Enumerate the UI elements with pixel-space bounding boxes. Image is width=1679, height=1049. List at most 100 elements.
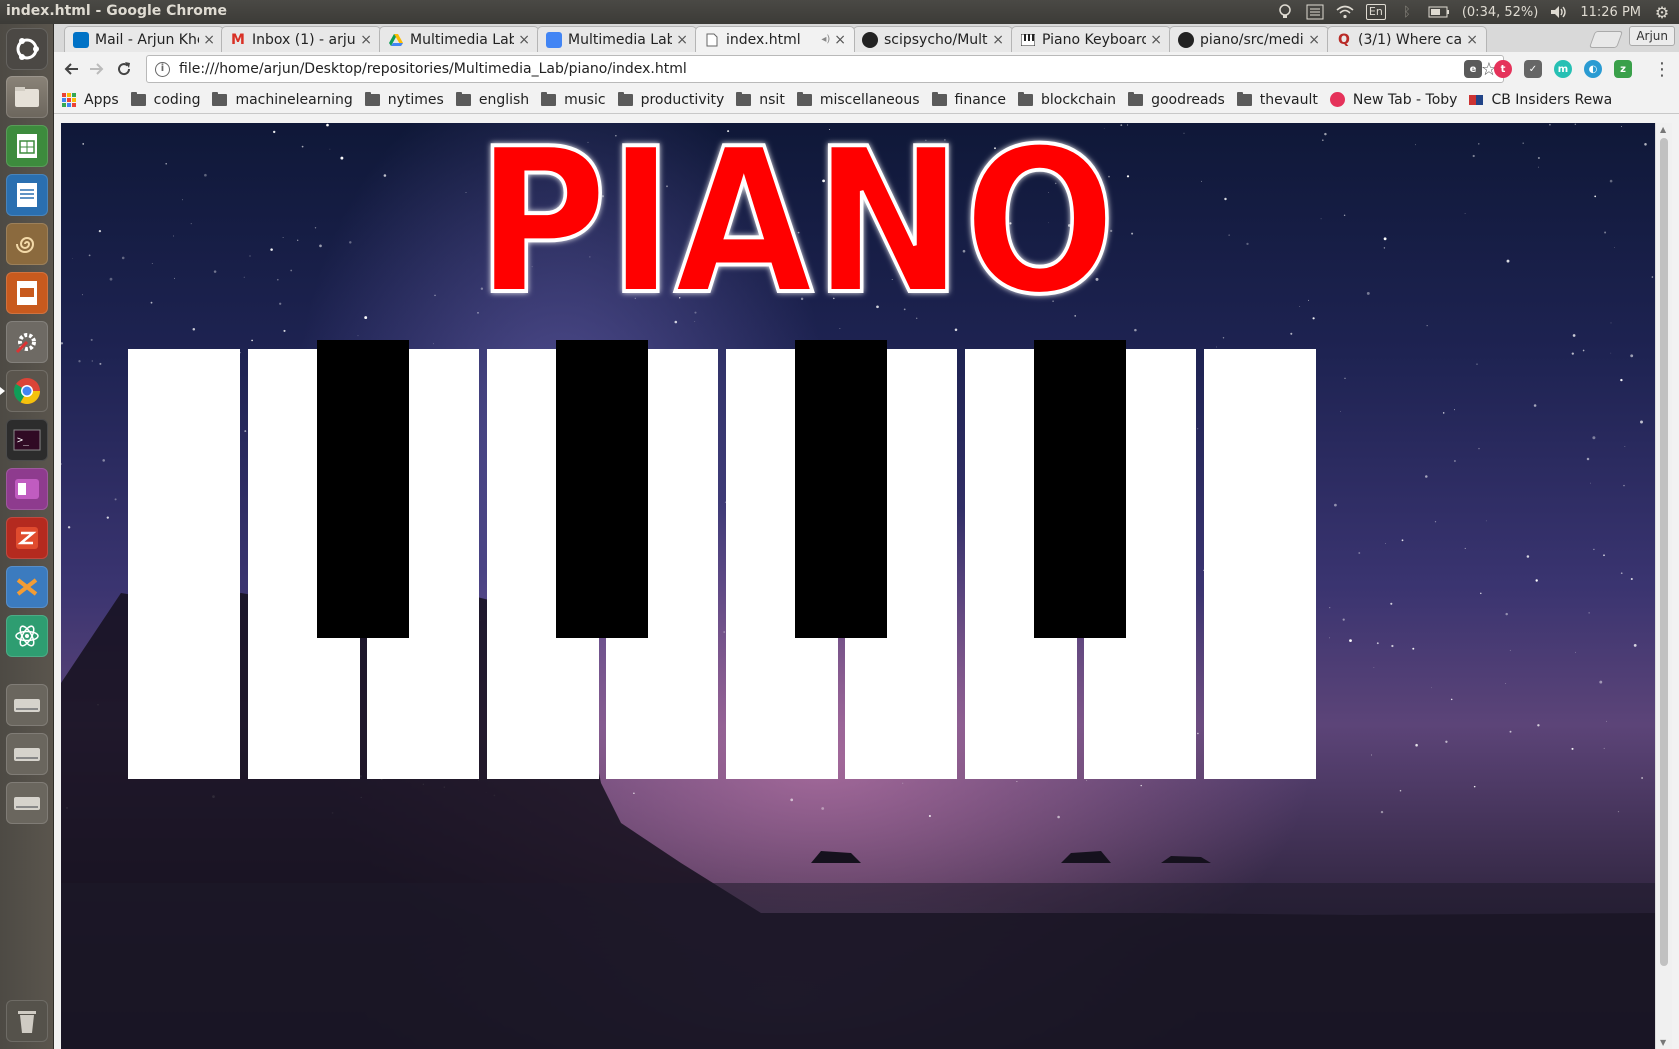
- tab-5[interactable]: index.html ◂) ×: [695, 26, 855, 52]
- red-app-icon[interactable]: [6, 517, 48, 559]
- bookmark-label: New Tab - Toby: [1352, 91, 1458, 108]
- black-key-4[interactable]: [1034, 340, 1126, 638]
- ubuntu-software-icon[interactable]: [6, 566, 48, 608]
- black-key-2[interactable]: [556, 340, 648, 638]
- chrome-icon[interactable]: [0, 370, 48, 412]
- scroll-down-arrow-icon[interactable]: ▼: [1660, 1038, 1666, 1047]
- drive-icon[interactable]: [6, 782, 48, 824]
- audio-playing-icon[interactable]: ◂): [821, 34, 830, 45]
- tab-title: scipsycho/Multi: [884, 31, 989, 48]
- scrollbar-thumb[interactable]: [1660, 138, 1668, 966]
- bookmark-nytimes[interactable]: nytimes: [364, 91, 444, 108]
- bookmark-thevault[interactable]: thevault: [1236, 91, 1318, 108]
- white-key-10[interactable]: [1204, 349, 1316, 779]
- zzz-extension-icon[interactable]: z: [1614, 60, 1632, 78]
- tab-3[interactable]: Multimedia Lab ×: [379, 26, 539, 52]
- circle-extension-icon[interactable]: ◐: [1584, 60, 1602, 78]
- atom-icon[interactable]: [6, 615, 48, 657]
- address-bar[interactable]: i file:///home/arjun/Desktop/repositorie…: [146, 55, 1504, 83]
- wifi-icon[interactable]: [1336, 3, 1354, 21]
- outlook-icon: [73, 31, 89, 48]
- document-icon[interactable]: [6, 174, 48, 216]
- pocket-extension-icon[interactable]: ✓: [1524, 60, 1542, 78]
- bookmark-label: blockchain: [1041, 91, 1117, 108]
- tab-2[interactable]: M Inbox (1) - arjun ×: [221, 26, 381, 52]
- bookmark-label: Apps: [84, 91, 119, 108]
- close-tab-icon[interactable]: ×: [1150, 32, 1162, 48]
- close-tab-icon[interactable]: ×: [1466, 32, 1478, 48]
- system-indicators: En ᛒ (0:34, 52%) 11:26 PM ⚙: [1276, 0, 1671, 24]
- close-tab-icon[interactable]: ×: [834, 32, 846, 48]
- close-tab-icon[interactable]: ×: [360, 32, 372, 48]
- close-tab-icon[interactable]: ×: [1308, 32, 1320, 48]
- piano-keyboard: [61, 123, 1655, 1049]
- bluetooth-icon[interactable]: ᛒ: [1398, 3, 1416, 21]
- bookmark-label: music: [564, 91, 606, 108]
- url-text[interactable]: file:///home/arjun/Desktop/repositories/…: [179, 61, 687, 77]
- new-tab-button[interactable]: [1588, 31, 1624, 48]
- forward-button[interactable]: [84, 57, 110, 81]
- bookmark-new-tab-toby[interactable]: New Tab - Toby: [1329, 91, 1458, 108]
- notes-icon[interactable]: [1306, 3, 1324, 21]
- bookmark-goodreads[interactable]: goodreads: [1128, 91, 1225, 108]
- tab-6[interactable]: scipsycho/Multi ×: [853, 26, 1013, 52]
- gmail-icon: M: [231, 31, 245, 48]
- vertical-scrollbar[interactable]: ▲ ▼: [1655, 123, 1672, 1049]
- bookmark-label: nytimes: [387, 91, 444, 108]
- ubuntu-dash-icon[interactable]: [6, 28, 48, 70]
- close-tab-icon[interactable]: ×: [676, 32, 688, 48]
- mercury-extension-icon[interactable]: m: [1554, 60, 1572, 78]
- tab-1[interactable]: Mail - Arjun Khe ×: [64, 26, 224, 52]
- profile-button[interactable]: Arjun: [1629, 26, 1675, 46]
- bookmark-productivity[interactable]: productivity: [617, 91, 724, 108]
- bookmark-nsit[interactable]: nsit: [736, 91, 785, 108]
- reload-button[interactable]: [111, 57, 137, 81]
- folder-icon: [364, 91, 380, 106]
- purple-app-icon[interactable]: [6, 468, 48, 510]
- bookmark-english[interactable]: english: [455, 91, 529, 108]
- back-button[interactable]: [58, 57, 84, 81]
- files-icon[interactable]: [6, 76, 48, 118]
- folder-icon: [541, 91, 557, 106]
- close-tab-icon[interactable]: ×: [992, 32, 1004, 48]
- gear-icon[interactable]: ⚙: [1653, 3, 1671, 22]
- bookmark-finance[interactable]: finance: [931, 91, 1006, 108]
- white-key-1[interactable]: [128, 349, 240, 779]
- presentation-icon[interactable]: [6, 272, 48, 314]
- bookmark-label: machinelearning: [235, 91, 353, 108]
- bookmark-apps[interactable]: Apps: [62, 92, 119, 108]
- toby-extension-icon[interactable]: t: [1494, 60, 1512, 78]
- close-tab-icon[interactable]: ×: [203, 32, 215, 48]
- chrome-menu-icon[interactable]: ⋮: [1653, 59, 1671, 80]
- tab-7[interactable]: Piano Keyboard ×: [1011, 26, 1171, 52]
- keyboard-layout-indicator[interactable]: En: [1365, 4, 1386, 20]
- evernote-extension-icon[interactable]: e: [1464, 60, 1482, 78]
- info-icon[interactable]: i: [155, 61, 170, 77]
- black-key-1[interactable]: [317, 340, 409, 638]
- terminal-icon[interactable]: >_: [6, 419, 48, 461]
- unity-launcher: >_: [0, 24, 54, 1049]
- bulb-icon[interactable]: [1276, 3, 1294, 21]
- trash-icon[interactable]: [6, 1000, 48, 1042]
- black-key-3[interactable]: [795, 340, 887, 638]
- bookmark-miscellaneous[interactable]: miscellaneous: [796, 91, 920, 108]
- drive-icon[interactable]: [6, 684, 48, 726]
- bookmark-blockchain[interactable]: blockchain: [1018, 91, 1117, 108]
- spiral-app-icon[interactable]: [6, 223, 48, 265]
- bookmark-coding[interactable]: coding: [130, 91, 200, 108]
- bookmark-cb-insiders-rewa[interactable]: CB Insiders Rewa: [1469, 92, 1612, 108]
- system-settings-icon[interactable]: [6, 321, 48, 363]
- bookmark-music[interactable]: music: [541, 91, 606, 108]
- tab-9[interactable]: Q (3/1) Where can ×: [1327, 26, 1487, 52]
- tab-4[interactable]: Multimedia Lab ×: [537, 26, 697, 52]
- tab-8[interactable]: piano/src/medi ×: [1169, 26, 1329, 52]
- scroll-up-arrow-icon[interactable]: ▲: [1660, 125, 1666, 134]
- drive-icon[interactable]: [6, 733, 48, 775]
- tab-title: Multimedia Lab: [410, 31, 515, 48]
- battery-icon[interactable]: [1428, 3, 1450, 21]
- spreadsheet-icon[interactable]: [6, 125, 48, 167]
- volume-icon[interactable]: [1550, 3, 1568, 21]
- bookmark-machinelearning[interactable]: machinelearning: [212, 91, 353, 108]
- clock[interactable]: 11:26 PM: [1580, 5, 1641, 20]
- close-tab-icon[interactable]: ×: [518, 32, 530, 48]
